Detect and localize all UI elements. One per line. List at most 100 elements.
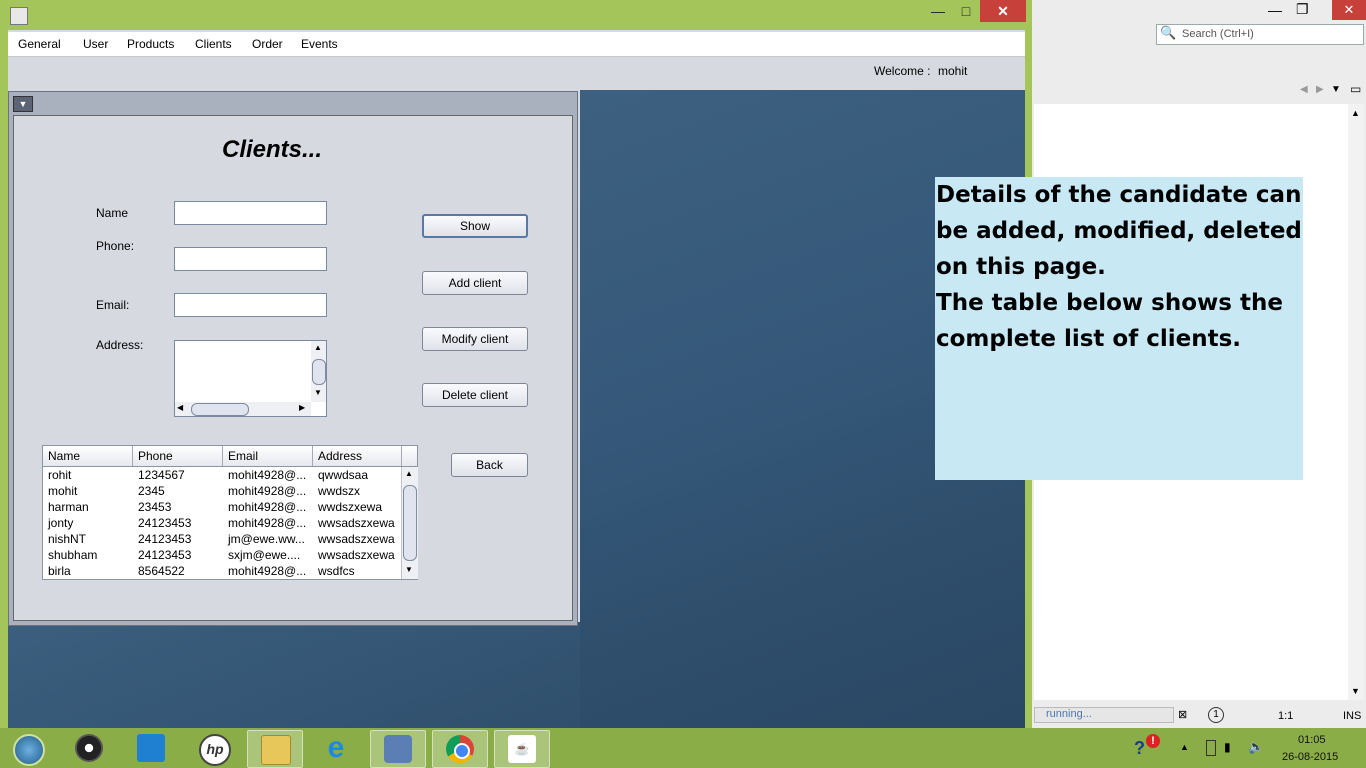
show-button[interactable]: Show xyxy=(422,214,528,238)
menu-events[interactable]: Events xyxy=(301,37,338,51)
clock-time[interactable]: 01:05 xyxy=(1298,734,1326,746)
table-cell: mohit4928@... xyxy=(228,484,307,498)
table-cell: wwsadszxewa xyxy=(318,516,395,530)
taskbar-camera[interactable] xyxy=(62,730,116,766)
scroll-up-icon[interactable]: ▲ xyxy=(405,469,413,478)
table-cell: mohit4928@... xyxy=(228,564,307,578)
ide-minimize-button[interactable]: — xyxy=(1268,2,1282,18)
phone-field[interactable] xyxy=(174,247,327,271)
maximize-button[interactable]: □ xyxy=(954,0,978,22)
page-title: Clients... xyxy=(222,136,323,163)
camera-app-icon xyxy=(75,734,103,762)
virtualbox-icon xyxy=(384,735,412,763)
ide-maximize-button[interactable]: ❐ xyxy=(1296,1,1309,18)
scroll-thumb-horizontal[interactable] xyxy=(191,403,249,416)
address-horizontal-scrollbar[interactable]: ◀ ▶ xyxy=(175,402,311,416)
note-text-2: The table below shows the complete list … xyxy=(936,290,1283,352)
clients-internal-frame: ▼ Clients... Name Phone: Email: Address:… xyxy=(8,91,578,626)
table-cell: 8564522 xyxy=(138,564,185,578)
scroll-down-icon[interactable]: ▼ xyxy=(405,565,413,574)
taskbar-hp[interactable]: hp xyxy=(186,730,240,766)
modify-client-button[interactable]: Modify client xyxy=(422,327,528,351)
cursor-position: 1:1 xyxy=(1278,710,1294,722)
chrome-icon xyxy=(446,735,474,763)
battery-icon[interactable] xyxy=(1206,740,1216,756)
address-vertical-scrollbar[interactable]: ▲ ▼ xyxy=(311,341,326,402)
scroll-left-icon[interactable]: ◀ xyxy=(177,403,183,412)
search-icon: 🔍 xyxy=(1160,25,1177,40)
name-field[interactable] xyxy=(174,201,327,225)
scroll-thumb[interactable] xyxy=(403,485,417,561)
table-cell: shubham xyxy=(48,548,98,562)
back-button[interactable]: Back xyxy=(451,453,528,477)
table-cell: wsdfcs xyxy=(318,564,355,578)
desktop-pane-lower xyxy=(8,622,580,728)
taskbar-ie[interactable]: e xyxy=(309,730,363,766)
close-button[interactable]: ✕ xyxy=(980,0,1026,22)
taskbar-java[interactable]: ☕ xyxy=(494,730,550,768)
table-row[interactable]: shubham 24123453 sxjm@ewe.... wwsadszxewa xyxy=(43,547,401,563)
table-cell: jm@ewe.ww... xyxy=(228,532,305,546)
menu-order[interactable]: Order xyxy=(252,37,283,51)
frame-menu-icon[interactable]: ▼ xyxy=(13,96,33,112)
rocket-app-icon xyxy=(137,734,165,762)
email-field[interactable] xyxy=(174,293,327,317)
menu-clients[interactable]: Clients xyxy=(195,37,232,51)
menu-products[interactable]: Products xyxy=(127,37,174,51)
network-icon[interactable]: ▮ xyxy=(1224,740,1231,754)
table-row[interactable]: nishNT 24123453 jm@ewe.ww... wwsadszxewa xyxy=(43,531,401,547)
table-row[interactable]: harman 23453 mohit4928@... wwdszxewa xyxy=(43,499,401,515)
table-cell: mohit4928@... xyxy=(228,468,307,482)
address-textarea[interactable]: ▲ ▼ ◀ ▶ xyxy=(174,340,327,417)
taskbar-chrome[interactable] xyxy=(432,730,488,768)
taskbar: hp e ☕ ? ! ▲ ▮ 🔈 xyxy=(0,728,1366,768)
menu-bar: General User Products Clients Order Even… xyxy=(8,32,1025,57)
scroll-up-icon[interactable]: ▲ xyxy=(1351,108,1360,118)
scroll-down-icon[interactable]: ▼ xyxy=(314,388,322,397)
ide-close-button[interactable]: ✕ xyxy=(1332,0,1366,20)
annotation-note: Details of the candidate can be added, m… xyxy=(935,177,1303,480)
app-window: — □ ✕ General User Products Clients Orde… xyxy=(0,0,1032,728)
menu-user[interactable]: User xyxy=(83,37,108,51)
restore-window-icon[interactable]: ▭ xyxy=(1350,82,1361,96)
column-name[interactable]: Name xyxy=(48,449,80,463)
table-row[interactable]: rohit 1234567 mohit4928@... qwwdsaa xyxy=(43,467,401,483)
delete-client-button[interactable]: Delete client xyxy=(422,383,528,407)
nav-forward-icon[interactable]: ▶ xyxy=(1316,84,1324,95)
start-button[interactable] xyxy=(0,730,54,766)
email-label: Email: xyxy=(96,298,130,312)
taskbar-rocket[interactable] xyxy=(124,730,178,766)
notification-icon[interactable]: 1 xyxy=(1208,707,1224,723)
taskbar-virtualbox[interactable] xyxy=(370,730,426,768)
table-row[interactable]: jonty 24123453 mohit4928@... wwsadszxewa xyxy=(43,515,401,531)
scroll-right-icon[interactable]: ▶ xyxy=(299,403,305,412)
table-cell: 24123453 xyxy=(138,532,192,546)
java-icon: ☕ xyxy=(508,735,536,763)
name-label: Name xyxy=(96,206,129,220)
taskbar-explorer[interactable] xyxy=(247,730,303,768)
table-cell: 23453 xyxy=(138,500,172,514)
help-alert-icon[interactable]: ? xyxy=(1134,738,1145,759)
search-placeholder: Search (Ctrl+I) xyxy=(1182,28,1254,40)
cancel-task-icon[interactable]: ⊠ xyxy=(1178,708,1187,721)
nav-back-icon[interactable]: ◀ xyxy=(1300,84,1308,95)
scroll-thumb[interactable] xyxy=(312,359,326,385)
scroll-up-icon[interactable]: ▲ xyxy=(314,343,322,352)
minimize-button[interactable]: — xyxy=(926,0,950,22)
dropdown-icon[interactable]: ▼ xyxy=(1331,84,1341,95)
table-cell: birla xyxy=(48,564,71,578)
menu-general[interactable]: General xyxy=(18,37,61,51)
table-row[interactable]: birla 8564522 mohit4928@... wsdfcs xyxy=(43,563,401,579)
table-row[interactable]: mohit 2345 mohit4928@... wwdszx xyxy=(43,483,401,499)
table-scrollbar[interactable]: ▲ ▼ xyxy=(401,467,418,579)
scroll-down-icon[interactable]: ▼ xyxy=(1351,686,1360,696)
editor-scrollbar[interactable]: ▲ ▼ xyxy=(1348,104,1364,700)
table-header: Name Phone Email Address xyxy=(43,446,417,467)
clock-date[interactable]: 26-08-2015 xyxy=(1282,751,1338,763)
column-phone[interactable]: Phone xyxy=(138,449,173,463)
column-email[interactable]: Email xyxy=(228,449,258,463)
volume-icon[interactable]: 🔈 xyxy=(1248,739,1264,755)
tray-expand-icon[interactable]: ▲ xyxy=(1180,742,1189,752)
column-address[interactable]: Address xyxy=(318,449,362,463)
add-client-button[interactable]: Add client xyxy=(422,271,528,295)
